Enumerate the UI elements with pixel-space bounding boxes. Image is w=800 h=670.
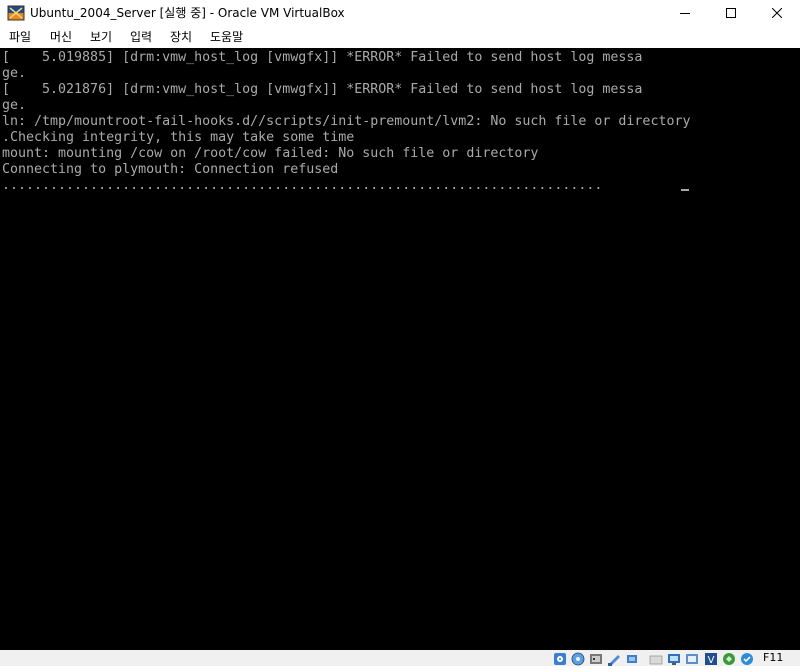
console-line: [ 5.019885] [drm:vmw_host_log [vmwgfx]] … — [2, 50, 643, 65]
video-capture-icon[interactable] — [685, 651, 699, 665]
usb-icon[interactable] — [625, 651, 639, 665]
minimize-button[interactable] — [662, 0, 708, 26]
close-icon — [772, 8, 782, 18]
menu-machine[interactable]: 머신 — [50, 26, 72, 48]
console-line: [ 5.021876] [drm:vmw_host_log [vmwgfx]] … — [2, 82, 643, 97]
maximize-button[interactable] — [708, 0, 754, 26]
menu-help[interactable]: 도움말 — [210, 26, 243, 48]
virtualization-icon[interactable]: V — [704, 651, 718, 666]
minimize-icon — [680, 13, 690, 14]
maximize-icon — [726, 8, 736, 18]
title-bar: Ubuntu_2004_Server [실행 중] - Oracle VM Vi… — [0, 0, 800, 26]
console-line: ge. — [2, 98, 27, 113]
display-icon[interactable] — [667, 651, 681, 665]
console-line: ln: /tmp/mountroot-fail-hooks.d//scripts… — [2, 114, 691, 129]
console-line: mount: mounting /cow on /root/cow failed… — [2, 146, 539, 161]
menu-bar: 파일 머신 보기 입력 장치 도움말 — [0, 26, 800, 48]
menu-view[interactable]: 보기 — [90, 26, 112, 48]
menu-devices[interactable]: 장치 — [170, 26, 192, 48]
audio-icon[interactable] — [589, 651, 603, 665]
console-line: ........................................… — [2, 178, 603, 193]
optical-drive-icon[interactable] — [571, 651, 585, 666]
window-title: Ubuntu_2004_Server [실행 중] - Oracle VM Vi… — [30, 6, 345, 20]
hard-disk-icon[interactable] — [553, 651, 567, 665]
close-button[interactable] — [754, 0, 800, 26]
mouse-integration-icon[interactable] — [722, 651, 736, 665]
host-key-label: F11 — [763, 651, 784, 664]
virtualbox-app-icon — [7, 4, 25, 22]
menu-file[interactable]: 파일 — [9, 26, 31, 48]
vm-console-screen[interactable]: [ 5.019885] [drm:vmw_host_log [vmwgfx]] … — [0, 48, 800, 650]
menu-input[interactable]: 입력 — [130, 26, 152, 48]
svg-text:V: V — [708, 655, 715, 666]
text-cursor — [681, 189, 689, 191]
console-line: .Checking integrity, this may take some … — [2, 130, 355, 145]
console-line: ge. — [2, 66, 27, 81]
status-bar: V F11 — [0, 650, 800, 666]
shared-folders-icon[interactable] — [649, 651, 663, 665]
network-icon[interactable] — [607, 651, 621, 666]
console-line: Connecting to plymouth: Connection refus… — [2, 162, 339, 177]
keyboard-icon[interactable] — [740, 651, 754, 665]
